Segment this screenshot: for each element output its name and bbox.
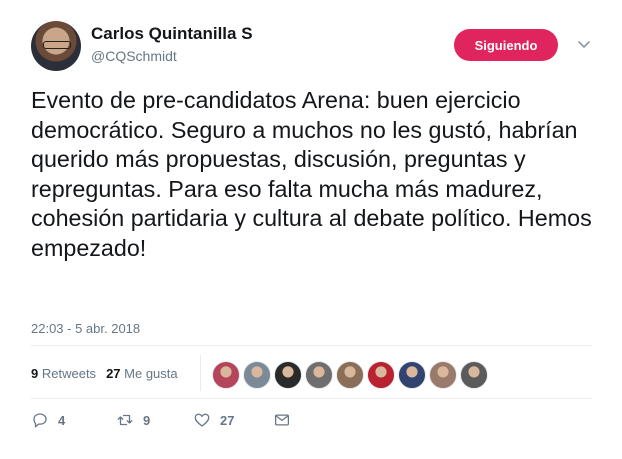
liker-avatar[interactable] bbox=[212, 361, 240, 389]
liker-avatar[interactable] bbox=[336, 361, 364, 389]
liker-avatar[interactable] bbox=[367, 361, 395, 389]
tweet-text: Evento de pre-candidatos Arena: buen eje… bbox=[31, 87, 592, 261]
divider bbox=[31, 398, 592, 399]
liker-avatar[interactable] bbox=[274, 361, 302, 389]
tweet-card: Carlos Quintanilla S @CQSchmidt Siguiend… bbox=[0, 0, 622, 459]
stats-separator bbox=[200, 355, 201, 391]
retweet-count: 9 bbox=[143, 412, 151, 428]
chevron-down-icon[interactable] bbox=[576, 36, 592, 52]
liker-avatar[interactable] bbox=[460, 361, 488, 389]
tweet-timestamp[interactable]: 22:03 - 5 abr. 2018 bbox=[31, 321, 140, 336]
user-name[interactable]: Carlos Quintanilla S bbox=[91, 24, 253, 44]
liker-avatar[interactable] bbox=[429, 361, 457, 389]
user-handle[interactable]: @CQSchmidt bbox=[91, 48, 177, 64]
liker-avatar[interactable] bbox=[243, 361, 271, 389]
retweets-stat[interactable]: 9 Retweets bbox=[31, 366, 96, 381]
reply-icon bbox=[33, 413, 47, 428]
liker-avatar[interactable] bbox=[398, 361, 426, 389]
tweet-actions: 4 9 27 bbox=[31, 411, 291, 429]
retweet-icon bbox=[117, 414, 133, 426]
direct-message-action[interactable] bbox=[273, 411, 291, 429]
message-icon bbox=[274, 414, 290, 426]
heart-icon bbox=[194, 413, 210, 427]
avatar[interactable] bbox=[31, 21, 81, 71]
retweet-action[interactable]: 9 bbox=[116, 411, 193, 429]
liker-avatar[interactable] bbox=[305, 361, 333, 389]
tweet-stats: 9 Retweets 27 Me gusta bbox=[31, 366, 178, 381]
like-count: 27 bbox=[220, 412, 235, 428]
reply-action[interactable]: 4 bbox=[31, 411, 116, 429]
likes-stat[interactable]: 27 Me gusta bbox=[106, 366, 178, 381]
like-action[interactable]: 27 bbox=[193, 411, 273, 429]
following-button[interactable]: Siguiendo bbox=[454, 29, 558, 61]
liker-avatars bbox=[212, 361, 488, 389]
reply-count: 4 bbox=[58, 412, 66, 428]
divider bbox=[31, 345, 592, 346]
